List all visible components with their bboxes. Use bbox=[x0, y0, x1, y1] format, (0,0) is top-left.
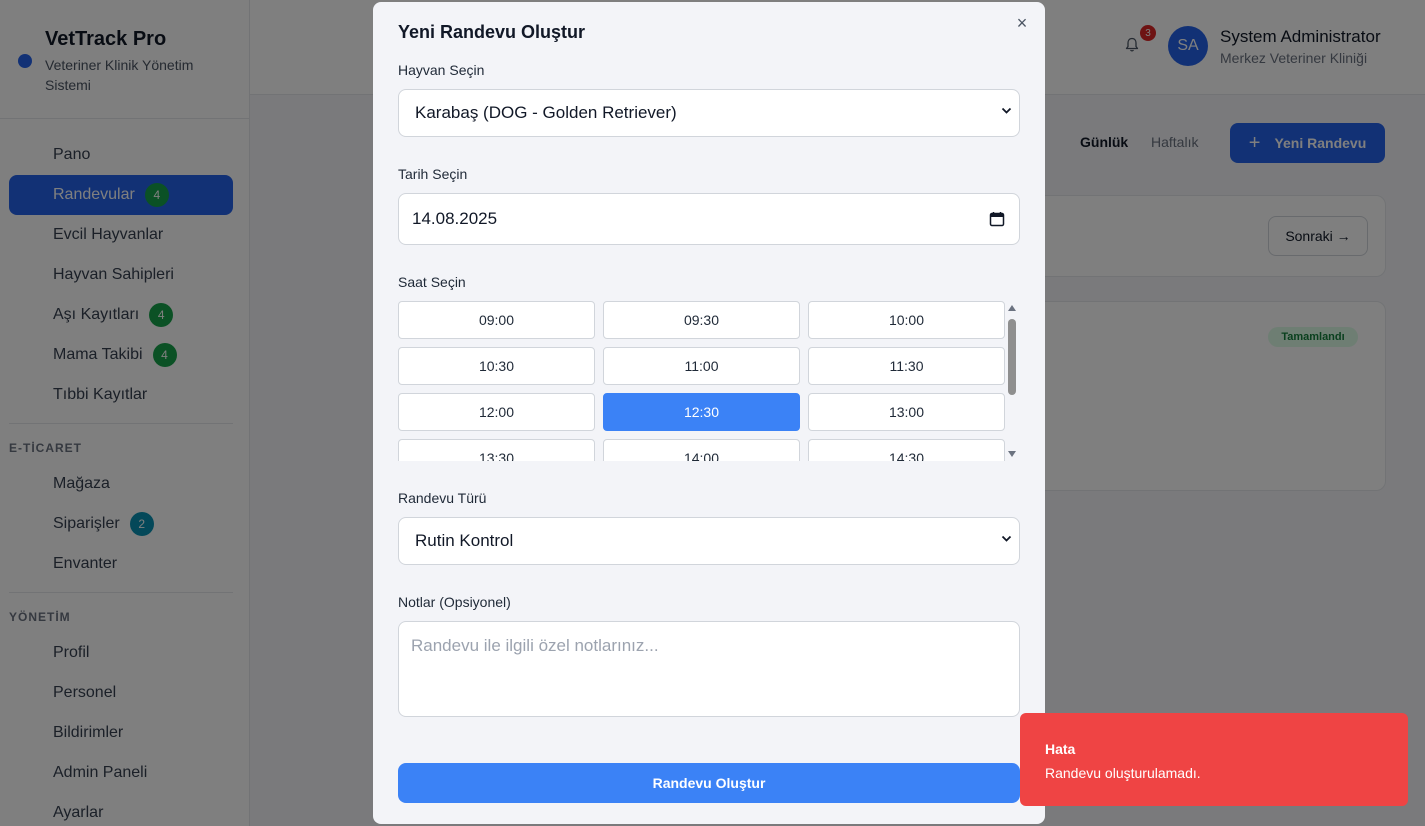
animal-select-value: Karabaş (DOG - Golden Retriever) bbox=[415, 103, 677, 122]
close-icon[interactable]: × bbox=[1011, 12, 1033, 34]
date-label: Tarih Seçin bbox=[398, 166, 468, 182]
time-slot[interactable]: 12:00 bbox=[398, 393, 595, 431]
time-slot[interactable]: 13:30 bbox=[398, 439, 595, 461]
appointment-type-select[interactable]: Rutin Kontrol bbox=[398, 517, 1020, 565]
type-label: Randevu Türü bbox=[398, 490, 487, 506]
create-appointment-button[interactable]: Randevu Oluştur bbox=[398, 763, 1020, 803]
toast-message: Randevu oluşturulamadı. bbox=[1045, 765, 1201, 781]
time-slot-selected[interactable]: 12:30 bbox=[603, 393, 800, 431]
appointment-type-value: Rutin Kontrol bbox=[415, 531, 514, 550]
new-appointment-modal: Yeni Randevu Oluştur × Hayvan Seçin Kara… bbox=[373, 2, 1045, 824]
time-slot-grid: 09:00 09:30 10:00 10:30 11:00 11:30 12:0… bbox=[398, 301, 1020, 461]
time-slot[interactable]: 11:30 bbox=[808, 347, 1005, 385]
scroll-down-arrow-icon[interactable] bbox=[1008, 451, 1016, 457]
time-slot[interactable]: 11:00 bbox=[603, 347, 800, 385]
error-toast[interactable]: Hata Randevu oluşturulamadı. bbox=[1020, 713, 1408, 806]
time-slot-scrollbar[interactable] bbox=[1006, 303, 1018, 461]
time-slot[interactable]: 10:30 bbox=[398, 347, 595, 385]
animal-label: Hayvan Seçin bbox=[398, 62, 485, 78]
date-input-value: 14.08.2025 bbox=[412, 209, 498, 228]
chevron-down-icon bbox=[1001, 535, 1012, 542]
chevron-down-icon bbox=[1001, 107, 1012, 114]
time-slot[interactable]: 09:00 bbox=[398, 301, 595, 339]
scroll-thumb[interactable] bbox=[1008, 319, 1016, 395]
scroll-up-arrow-icon[interactable] bbox=[1008, 305, 1016, 311]
time-label: Saat Seçin bbox=[398, 274, 466, 290]
notes-label: Notlar (Opsiyonel) bbox=[398, 594, 511, 610]
time-slot[interactable]: 09:30 bbox=[603, 301, 800, 339]
notes-textarea[interactable] bbox=[398, 621, 1020, 717]
toast-title: Hata bbox=[1045, 741, 1076, 757]
time-slot[interactable]: 13:00 bbox=[808, 393, 1005, 431]
modal-title: Yeni Randevu Oluştur bbox=[398, 22, 586, 42]
time-slot[interactable]: 10:00 bbox=[808, 301, 1005, 339]
time-slot[interactable]: 14:30 bbox=[808, 439, 1005, 461]
animal-select[interactable]: Karabaş (DOG - Golden Retriever) bbox=[398, 89, 1020, 137]
calendar-icon[interactable] bbox=[989, 211, 1005, 227]
date-input[interactable]: 14.08.2025 bbox=[398, 193, 1020, 245]
time-slot[interactable]: 14:00 bbox=[603, 439, 800, 461]
